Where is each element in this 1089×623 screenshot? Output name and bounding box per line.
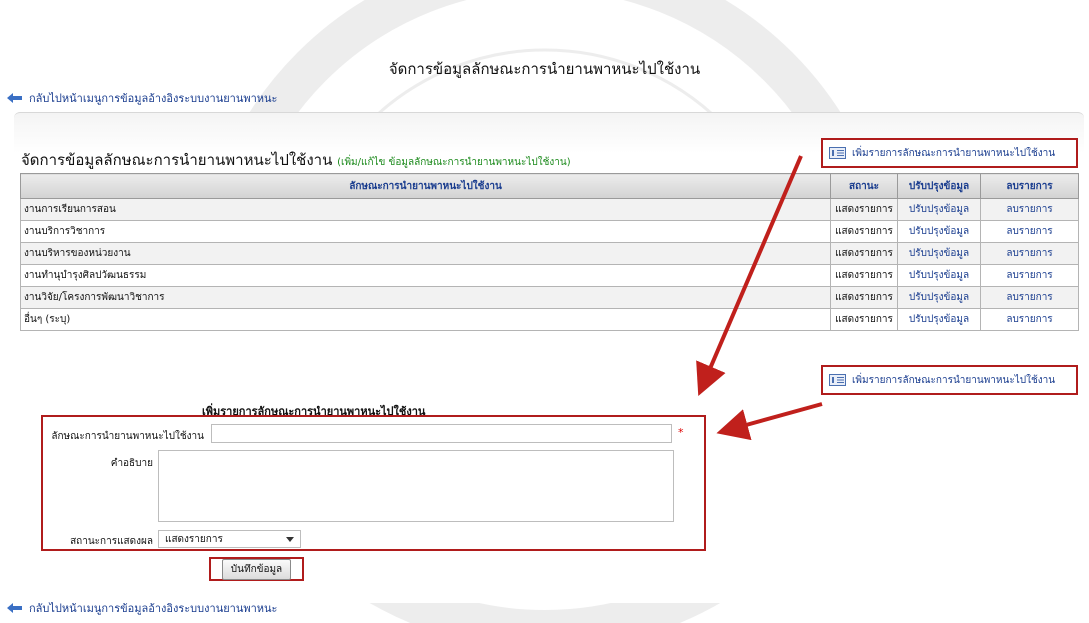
annotation-arrows [696, 155, 823, 441]
red-arrow [696, 155, 803, 397]
red-arrow [716, 402, 823, 441]
